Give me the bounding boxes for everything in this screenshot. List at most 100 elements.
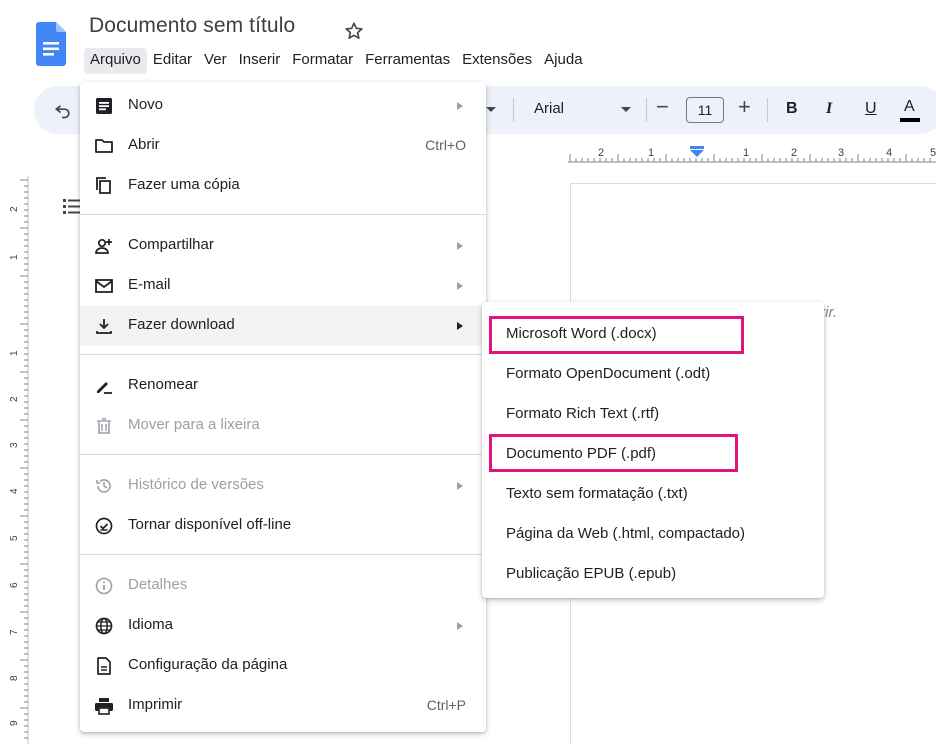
ruler-label: 6 bbox=[9, 582, 20, 588]
toolbar-divider bbox=[767, 98, 768, 122]
ruler-label: 3 bbox=[838, 147, 844, 159]
submenu-arrow-icon bbox=[456, 102, 464, 110]
underline-button[interactable]: U bbox=[865, 100, 877, 118]
ruler-label: 4 bbox=[9, 488, 20, 494]
page-setup-icon bbox=[94, 656, 114, 676]
ruler-label: 4 bbox=[886, 147, 892, 159]
ruler-label: 3 bbox=[9, 442, 20, 448]
menu-item-historico-versoes[interactable]: Histórico de versões bbox=[80, 466, 486, 506]
star-icon[interactable] bbox=[343, 20, 365, 42]
menu-item-label: Renomear bbox=[128, 376, 199, 393]
ruler-label: 2 bbox=[9, 206, 20, 212]
folder-icon bbox=[94, 136, 114, 156]
download-epub-option[interactable]: Publicação EPUB (.epub) bbox=[482, 554, 824, 594]
history-icon bbox=[94, 476, 114, 496]
menu-item-compartilhar[interactable]: Compartilhar bbox=[80, 226, 486, 266]
menu-editar[interactable]: Editar bbox=[147, 48, 198, 74]
menu-item-detalhes[interactable]: Detalhes bbox=[80, 566, 486, 606]
indent-marker-icon bbox=[690, 150, 704, 157]
menu-ferramentas[interactable]: Ferramentas bbox=[359, 48, 456, 74]
mail-icon bbox=[94, 276, 114, 296]
menu-item-novo[interactable]: Novo bbox=[80, 86, 486, 126]
vertical-ruler[interactable]: 2 1 1 2 3 4 5 6 7 8 9 bbox=[0, 176, 30, 744]
submenu-item-label: Publicação EPUB (.epub) bbox=[506, 565, 677, 582]
font-size-input[interactable]: 11 bbox=[686, 97, 724, 123]
menu-item-label: Histórico de versões bbox=[128, 476, 264, 493]
decrease-font-size-button[interactable]: − bbox=[656, 94, 669, 120]
text-color-swatch bbox=[900, 118, 920, 122]
menu-inserir[interactable]: Inserir bbox=[233, 48, 287, 74]
copy-icon bbox=[94, 176, 114, 196]
font-dropdown-caret-icon[interactable] bbox=[621, 106, 631, 114]
menu-ajuda[interactable]: Ajuda bbox=[538, 48, 588, 74]
document-title[interactable]: Documento sem título bbox=[89, 14, 295, 38]
info-icon bbox=[94, 576, 114, 596]
menu-item-email[interactable]: E-mail bbox=[80, 266, 486, 306]
undo-icon[interactable] bbox=[53, 100, 73, 120]
menu-item-mover-lixeira[interactable]: Mover para a lixeira bbox=[80, 406, 486, 446]
menu-formatar[interactable]: Formatar bbox=[286, 48, 359, 74]
menu-item-idioma[interactable]: Idioma bbox=[80, 606, 486, 646]
menu-item-label: E-mail bbox=[128, 276, 171, 293]
document-outline-icon[interactable] bbox=[62, 196, 82, 216]
share-person-icon bbox=[94, 236, 114, 256]
menu-item-label: Imprimir bbox=[128, 696, 183, 713]
menu-item-label: Idioma bbox=[128, 616, 174, 633]
menu-ver[interactable]: Ver bbox=[198, 48, 233, 74]
menu-item-abrir[interactable]: Abrir Ctrl+O bbox=[80, 126, 486, 166]
trash-icon bbox=[94, 416, 114, 436]
ruler-label: 5 bbox=[930, 147, 936, 159]
ruler-label: 1 bbox=[9, 350, 20, 356]
menu-item-fazer-download[interactable]: Fazer download bbox=[80, 306, 486, 346]
download-rtf-option[interactable]: Formato Rich Text (.rtf) bbox=[482, 394, 824, 434]
print-icon bbox=[94, 696, 114, 716]
new-doc-icon bbox=[94, 96, 114, 116]
style-dropdown-caret-icon[interactable] bbox=[486, 106, 496, 114]
menu-divider bbox=[80, 214, 486, 215]
download-odt-option[interactable]: Formato OpenDocument (.odt) bbox=[482, 354, 824, 394]
toolbar-divider bbox=[646, 98, 647, 122]
submenu-item-label: Página da Web (.html, compactado) bbox=[506, 525, 746, 542]
rename-icon bbox=[94, 376, 114, 396]
menu-item-label: Fazer download bbox=[128, 316, 235, 333]
bold-button[interactable]: B bbox=[786, 100, 798, 118]
submenu-arrow-icon bbox=[456, 322, 464, 330]
ruler-label: 2 bbox=[598, 147, 604, 159]
menu-item-renomear[interactable]: Renomear bbox=[80, 366, 486, 406]
menu-extensoes[interactable]: Extensões bbox=[456, 48, 538, 74]
menu-item-imprimir[interactable]: Imprimir Ctrl+P bbox=[80, 686, 486, 726]
ruler-label: 1 bbox=[648, 147, 654, 159]
submenu-arrow-icon bbox=[456, 482, 464, 490]
highlight-box-docx bbox=[489, 316, 744, 354]
ruler-label: 7 bbox=[9, 629, 20, 635]
download-txt-option[interactable]: Texto sem formatação (.txt) bbox=[482, 474, 824, 514]
menu-divider bbox=[80, 554, 486, 555]
menu-item-configuracao-pagina[interactable]: Configuração da página bbox=[80, 646, 486, 686]
menu-item-label: Fazer uma cópia bbox=[128, 176, 240, 193]
menu-item-label: Novo bbox=[128, 96, 164, 113]
menu-item-label: Configuração da página bbox=[128, 656, 288, 673]
menu-divider bbox=[80, 454, 486, 455]
menu-item-fazer-copia[interactable]: Fazer uma cópia bbox=[80, 166, 486, 206]
menu-item-label: Abrir bbox=[128, 136, 160, 153]
ruler-label: 5 bbox=[9, 535, 20, 541]
ruler-label: 2 bbox=[9, 396, 20, 402]
font-family-select[interactable]: Arial bbox=[534, 100, 564, 117]
offline-icon bbox=[94, 516, 114, 536]
download-html-option[interactable]: Página da Web (.html, compactado) bbox=[482, 514, 824, 554]
menu-arquivo[interactable]: Arquivo bbox=[84, 48, 147, 74]
menu-item-label: Tornar disponível off-line bbox=[128, 516, 292, 533]
shortcut-label: Ctrl+P bbox=[426, 697, 466, 713]
submenu-arrow-icon bbox=[456, 242, 464, 250]
increase-font-size-button[interactable]: + bbox=[738, 94, 751, 120]
ruler-label: 1 bbox=[743, 147, 749, 159]
italic-button[interactable]: I bbox=[826, 100, 832, 118]
menu-item-off-line[interactable]: Tornar disponível off-line bbox=[80, 506, 486, 546]
ruler-label: 9 bbox=[9, 720, 20, 726]
menu-item-label: Mover para a lixeira bbox=[128, 416, 260, 433]
horizontal-ruler[interactable]: 2 1 1 2 3 4 5 bbox=[568, 140, 936, 166]
text-color-button[interactable]: A bbox=[904, 98, 915, 116]
file-menu: Novo Abrir Ctrl+O Fazer uma cópia Compar… bbox=[80, 82, 486, 732]
google-docs-logo-icon[interactable] bbox=[36, 22, 66, 66]
ruler-label: 2 bbox=[791, 147, 797, 159]
